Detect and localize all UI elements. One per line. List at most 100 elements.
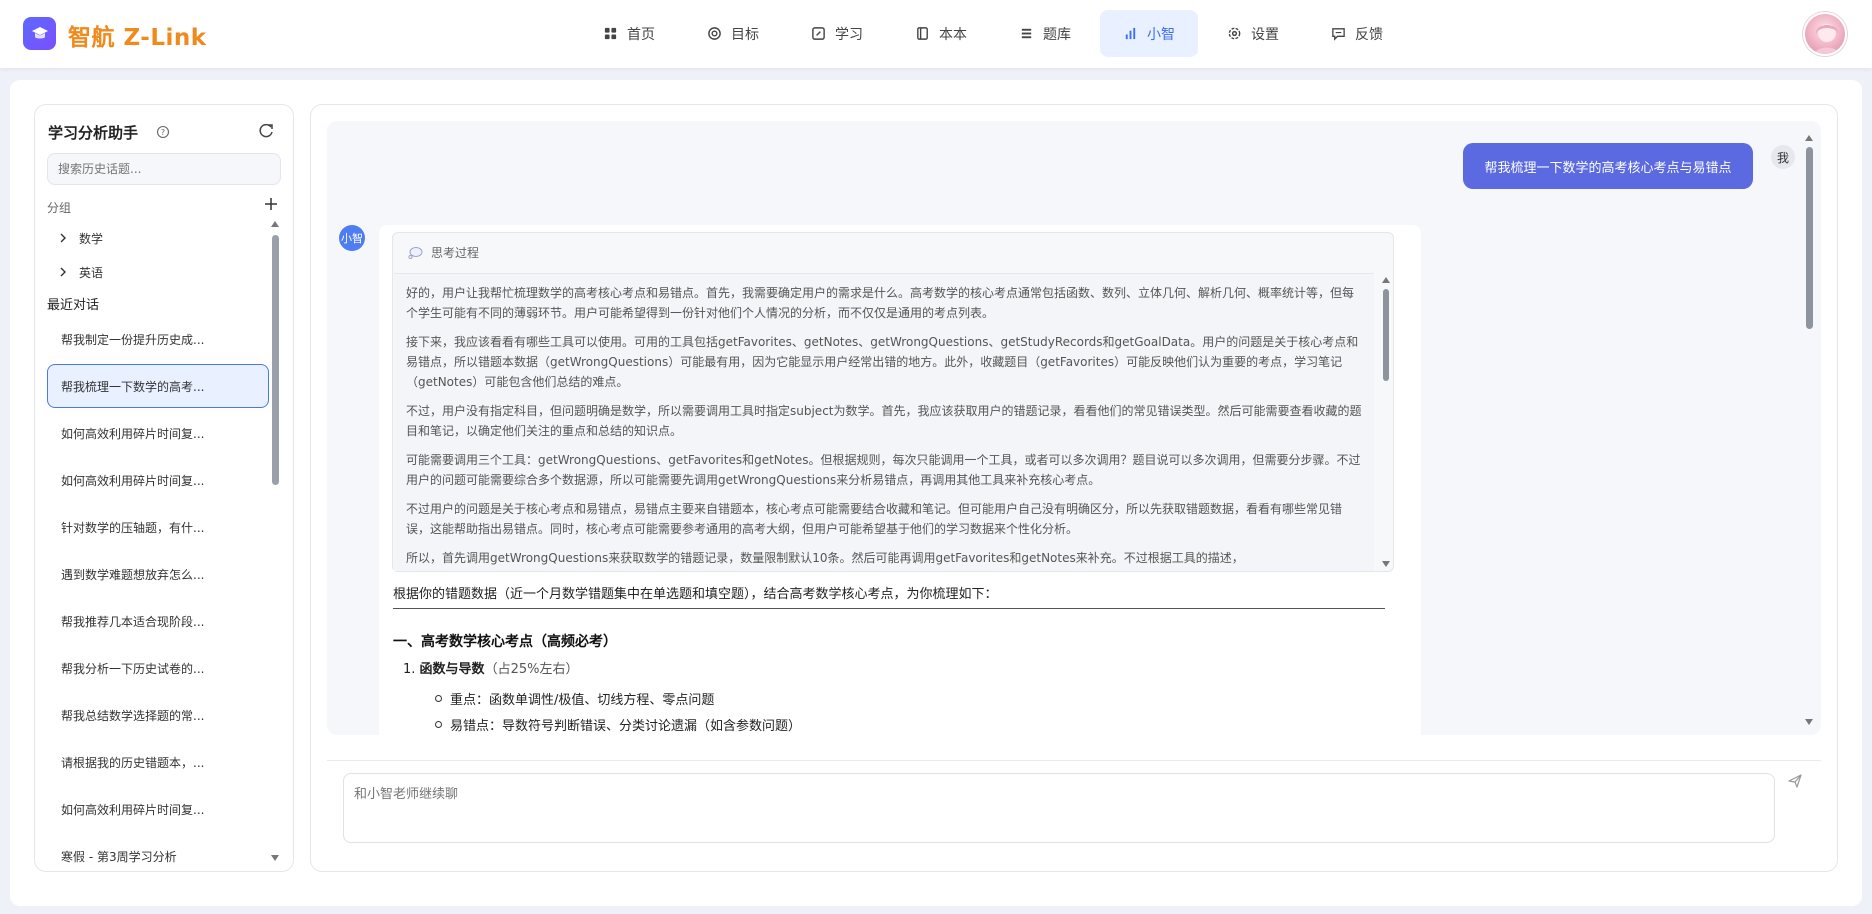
nav-study-label: 学习	[835, 26, 863, 43]
scrollbar-thumb[interactable]	[1383, 289, 1389, 381]
conversation-item[interactable]: 如何高效利用碎片时间复...	[47, 411, 269, 455]
bar-chart-icon	[1125, 27, 1136, 40]
answer-subpoint: 易错点：导数符号判断错误、分类讨论遗漏（如含参数问题）	[435, 715, 801, 734]
scroll-down-arrow-icon[interactable]	[1805, 719, 1813, 725]
help-icon[interactable]: ?	[156, 125, 170, 139]
conversation-item[interactable]: 帮我总结数学选择题的常...	[47, 693, 269, 737]
recent-label: 最近对话	[47, 297, 100, 313]
user-avatar: 我	[1771, 145, 1795, 169]
thinking-header[interactable]: 思考过程	[407, 244, 479, 261]
bot-message: 思考过程 好的，用户让我帮忙梳理数学的高考核心考点和易错点。首先，我需要确定用户…	[379, 225, 1421, 735]
user-avatar-image[interactable]	[1803, 12, 1847, 56]
group-item-label: 数学	[79, 231, 104, 246]
conversation-item[interactable]: 如何高效利用碎片时间复...	[47, 787, 269, 831]
scrollbar-thumb[interactable]	[272, 235, 279, 485]
answer-intro: 根据你的错题数据（近一个月数学错题集中在单选题和填空题），结合高考数学核心考点，…	[393, 587, 998, 602]
nav-xiaozhi-label: 小智	[1147, 26, 1175, 43]
list-icon	[1021, 28, 1032, 39]
nav-question-bank[interactable]: 题库	[996, 10, 1094, 57]
nav-home[interactable]: 首页	[580, 10, 678, 57]
book-icon	[917, 27, 928, 40]
thinking-paragraph: 好的，用户让我帮忙梳理数学的高考核心考点和易错点。首先，我需要确定用户的需求是什…	[406, 286, 1355, 320]
group-item-math[interactable]: 数学	[47, 221, 269, 255]
scroll-down-arrow-icon[interactable]	[271, 855, 279, 861]
thinking-label: 思考过程	[431, 246, 480, 260]
answer-heading: 一、高考数学核心考点（高频必考）	[393, 634, 617, 650]
chevron-right-icon	[60, 233, 66, 243]
nav-notebook[interactable]: 本本	[892, 10, 990, 57]
list-number: 1.	[403, 662, 416, 677]
nav-xiaozhi[interactable]: 小智	[1100, 10, 1198, 57]
nav-goals-label: 目标	[731, 26, 759, 43]
nav-home-label: 首页	[627, 26, 655, 43]
chevron-right-icon	[60, 267, 66, 277]
nav-study[interactable]: 学习	[788, 10, 886, 57]
conversation-item[interactable]: 请根据我的历史错题本，...	[47, 740, 269, 784]
logo-icon[interactable]	[23, 17, 56, 50]
conversation-item-active[interactable]: 帮我梳理一下数学的高考...	[47, 364, 269, 408]
divider	[327, 760, 1821, 761]
grid-icon	[604, 27, 617, 40]
svg-text:?: ?	[161, 128, 165, 137]
nav-settings[interactable]: 设置	[1204, 10, 1302, 57]
add-group-icon[interactable]	[264, 197, 278, 211]
main-nav: 首页 目标 学习 本本 题库 小智 设置 反馈	[580, 10, 1412, 57]
group-label: 分组	[47, 201, 72, 215]
conversation-item[interactable]: 寒假 - 第3周学习分析	[47, 834, 269, 864]
chat-scrollbar[interactable]	[1803, 135, 1815, 727]
message-icon	[1332, 28, 1345, 41]
user-message-bubble: 帮我梳理一下数学的高考核心考点与易错点	[1463, 143, 1753, 189]
thinking-paragraph: 可能需要调用三个工具：getWrongQuestions、getFavorite…	[406, 453, 1361, 487]
top-navbar: 智航 Z-Link 首页 目标 学习 本本 题库 小智 设置 反馈	[0, 0, 1872, 68]
list-item-note: （占25%左右）	[484, 662, 579, 677]
nav-settings-label: 设置	[1251, 26, 1279, 43]
thought-bubble-icon	[408, 246, 423, 259]
chat-input[interactable]	[343, 773, 1775, 843]
send-icon[interactable]	[1787, 773, 1803, 789]
sidebar-title: 学习分析助手	[48, 124, 139, 142]
answer-subpoint: 重点：函数单调性/极值、切线方程、零点问题	[435, 689, 714, 708]
group-item-label: 英语	[79, 265, 104, 280]
conversation-item[interactable]: 遇到数学难题想放弃怎么...	[47, 552, 269, 596]
new-chat-icon[interactable]	[257, 121, 275, 139]
thinking-paragraph: 不过，用户没有指定科目，但问题明确是数学，所以需要调用工具时指定subject为…	[406, 404, 1362, 438]
conversation-item[interactable]: 针对数学的压轴题，有什...	[47, 505, 269, 549]
history-search-input[interactable]	[47, 153, 281, 185]
edit-icon	[812, 27, 825, 40]
nav-feedback[interactable]: 反馈	[1308, 10, 1406, 57]
thinking-scrollbar[interactable]	[1380, 275, 1392, 569]
nav-notebook-label: 本本	[939, 26, 967, 43]
history-sidebar: 学习分析助手 ? 分组 数学 英语 最近对话 帮我制定一份提升历史成... 帮我…	[34, 104, 294, 872]
thinking-paragraph: 接下来，我应该看看有哪些工具可以使用。可用的工具包括getFavorites、g…	[406, 335, 1359, 389]
app-title[interactable]: 智航 Z-Link	[68, 18, 207, 52]
divider	[393, 608, 1385, 609]
nav-goals[interactable]: 目标	[684, 10, 782, 57]
scroll-up-arrow-icon[interactable]	[1805, 135, 1813, 141]
thinking-paragraph: 不过用户的问题是关于核心考点和易错点，易错点主要来自错题本，核心考点可能需要结合…	[406, 502, 1343, 536]
list-item-title: 函数与导数	[419, 662, 485, 677]
subpoint-text: 易错点：导数符号判断错误、分类讨论遗漏（如含参数问题）	[450, 719, 802, 734]
conversation-item[interactable]: 帮我推荐几本适合现阶段...	[47, 599, 269, 643]
conversation-item[interactable]: 帮我分析一下历史试卷的...	[47, 646, 269, 690]
main-container: 学习分析助手 ? 分组 数学 英语 最近对话 帮我制定一份提升历史成... 帮我…	[10, 80, 1862, 906]
scroll-up-arrow-icon[interactable]	[1382, 277, 1390, 283]
thinking-content: 好的，用户让我帮忙梳理数学的高考核心考点和易错点。首先，我需要确定用户的需求是什…	[394, 273, 1374, 571]
conversation-list: 数学 英语 最近对话 帮我制定一份提升历史成... 帮我梳理一下数学的高考...…	[47, 221, 269, 863]
group-item-english[interactable]: 英语	[47, 255, 269, 289]
conversation-item[interactable]: 帮我制定一份提升历史成...	[47, 317, 269, 361]
bot-avatar: 小智	[339, 225, 365, 251]
target-icon	[708, 27, 721, 40]
answer-list-item: 1. 函数与导数（占25%左右）	[403, 658, 578, 677]
scroll-down-arrow-icon[interactable]	[1382, 561, 1390, 567]
scroll-up-arrow-icon[interactable]	[271, 221, 279, 227]
gear-icon	[1228, 27, 1241, 40]
bullet-icon	[435, 721, 442, 728]
chat-panel: 帮我梳理一下数学的高考核心考点与易错点 我 小智 思考过程 好的，用户让我帮忙梳…	[310, 104, 1838, 872]
nav-question-bank-label: 题库	[1043, 26, 1071, 43]
nav-feedback-label: 反馈	[1355, 26, 1383, 43]
thinking-panel: 思考过程 好的，用户让我帮忙梳理数学的高考核心考点和易错点。首先，我需要确定用户…	[392, 232, 1394, 572]
conversation-item[interactable]: 如何高效利用碎片时间复...	[47, 458, 269, 502]
scrollbar-thumb[interactable]	[1806, 147, 1813, 329]
subpoint-text: 重点：函数单调性/极值、切线方程、零点问题	[450, 693, 715, 708]
sidebar-scrollbar[interactable]	[269, 221, 281, 861]
